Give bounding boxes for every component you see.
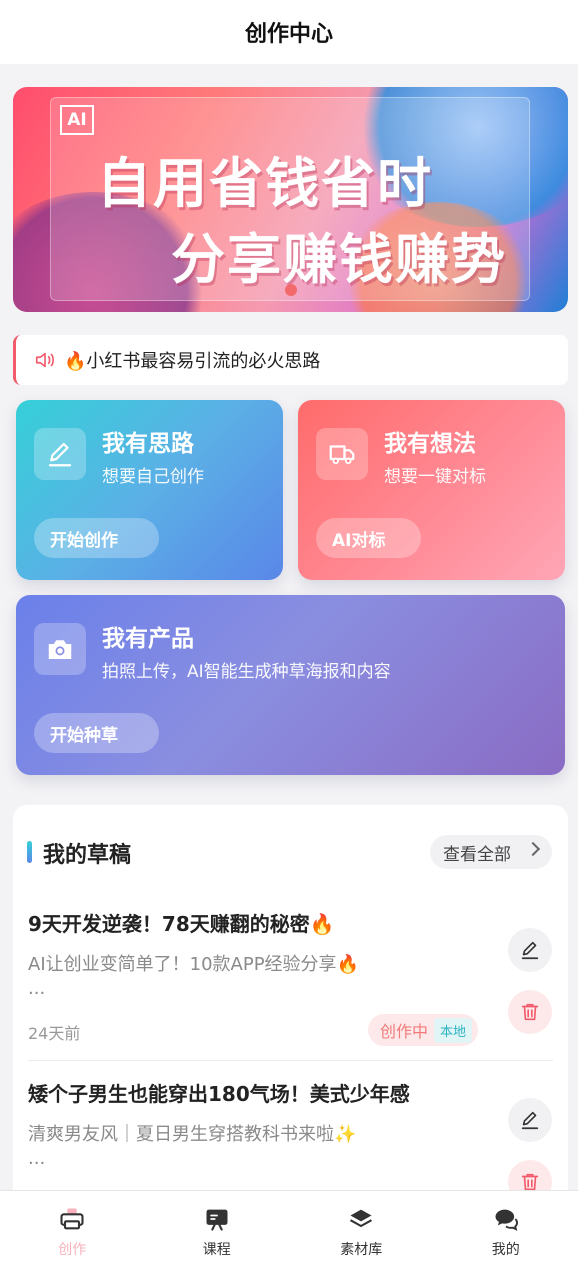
ai-badge: AI	[60, 105, 94, 135]
divider	[28, 1060, 553, 1061]
truck-icon	[316, 428, 368, 480]
draft-more: ...	[28, 978, 46, 999]
edit-icon	[521, 1111, 539, 1130]
status-text: 创作中	[380, 1022, 429, 1041]
edit-icon	[521, 941, 539, 960]
draft-more: ...	[28, 1148, 46, 1169]
start-create-button[interactable]: 开始创作	[34, 518, 159, 558]
card-title: 我有思路	[102, 431, 194, 457]
tab-label: 素材库	[340, 1242, 383, 1258]
view-all-label: 查看全部	[443, 844, 511, 865]
banner-headline-2: 分享赚钱赚势	[171, 228, 507, 291]
tab-mine[interactable]: 我的	[434, 1191, 578, 1262]
status-badge: 创作中 本地	[368, 1014, 479, 1046]
card-have-thoughts[interactable]: 我有想法 想要一键对标 AI对标	[298, 400, 565, 580]
ai-benchmark-button[interactable]: AI对标	[316, 518, 421, 558]
delete-button[interactable]	[508, 990, 552, 1034]
view-all-button[interactable]: 查看全部	[430, 835, 552, 869]
promo-banner[interactable]: AI 自用省钱省时 分享赚钱赚势	[13, 87, 568, 312]
tab-create[interactable]: 创作	[0, 1191, 145, 1262]
tab-label: 创作	[58, 1242, 87, 1258]
chat-bubbles-icon	[492, 1205, 520, 1233]
edit-button[interactable]	[508, 1098, 552, 1142]
pencil-icon	[34, 428, 86, 480]
carousel-indicator[interactable]	[285, 284, 297, 296]
speaker-icon	[35, 352, 54, 368]
local-tag: 本地	[434, 1017, 473, 1043]
trash-icon	[521, 1003, 539, 1021]
draft-desc: AI让创业变简单了！10款APP经验分享🔥	[28, 954, 359, 975]
card-title: 我有想法	[384, 431, 476, 457]
course-icon	[203, 1205, 231, 1233]
page-title: 创作中心	[244, 22, 333, 47]
card-have-ideas[interactable]: 我有思路 想要自己创作 开始创作	[16, 400, 283, 580]
section-title: 我的草稿	[43, 843, 132, 868]
banner-headline-1: 自用省钱省时	[97, 152, 433, 215]
top-header: 创作中心	[0, 0, 578, 64]
tab-course[interactable]: 课程	[145, 1191, 290, 1262]
draft-item[interactable]: 矮个子男生也能穿出180气场！美式少年感 清爽男友风｜夏日男生穿搭教科书来啦✨ …	[28, 1078, 553, 1205]
card-title: 我有产品	[102, 626, 194, 652]
draft-item[interactable]: 9天开发逆袭！78天赚翻的秘密🔥 AI让创业变简单了！10款APP经验分享🔥 .…	[28, 908, 553, 1058]
camera-icon	[34, 623, 86, 675]
section-accent-bar	[27, 841, 32, 863]
bottom-tabbar: 创作 课程 素材库 我的	[0, 1190, 578, 1262]
drafts-section: 我的草稿 查看全部 9天开发逆袭！78天赚翻的秘密🔥 AI让创业变简单了！10款…	[13, 805, 568, 1205]
draft-desc: 清爽男友风｜夏日男生穿搭教科书来啦✨	[28, 1124, 357, 1145]
notice-text: 🔥小红书最容易引流的必火思路	[64, 351, 321, 372]
tab-label: 我的	[491, 1242, 520, 1258]
tab-materials[interactable]: 素材库	[289, 1191, 434, 1262]
notice-bar[interactable]: 🔥小红书最容易引流的必火思路	[13, 335, 568, 385]
draft-time: 24天前	[28, 1024, 81, 1043]
tab-label: 课程	[202, 1242, 231, 1258]
draft-title: 9天开发逆袭！78天赚翻的秘密🔥	[28, 912, 335, 936]
card-have-product[interactable]: 我有产品 拍照上传，AI智能生成种草海报和内容 开始种草	[16, 595, 565, 775]
create-icon	[58, 1205, 86, 1233]
start-seeding-button[interactable]: 开始种草	[34, 713, 159, 753]
chevron-right-icon	[525, 841, 541, 857]
edit-button[interactable]	[508, 928, 552, 972]
draft-title: 矮个子男生也能穿出180气场！美式少年感	[28, 1082, 410, 1106]
card-subtitle: 想要一键对标	[384, 467, 486, 487]
card-subtitle: 拍照上传，AI智能生成种草海报和内容	[102, 662, 391, 682]
layers-icon	[347, 1205, 375, 1233]
card-subtitle: 想要自己创作	[102, 467, 204, 487]
